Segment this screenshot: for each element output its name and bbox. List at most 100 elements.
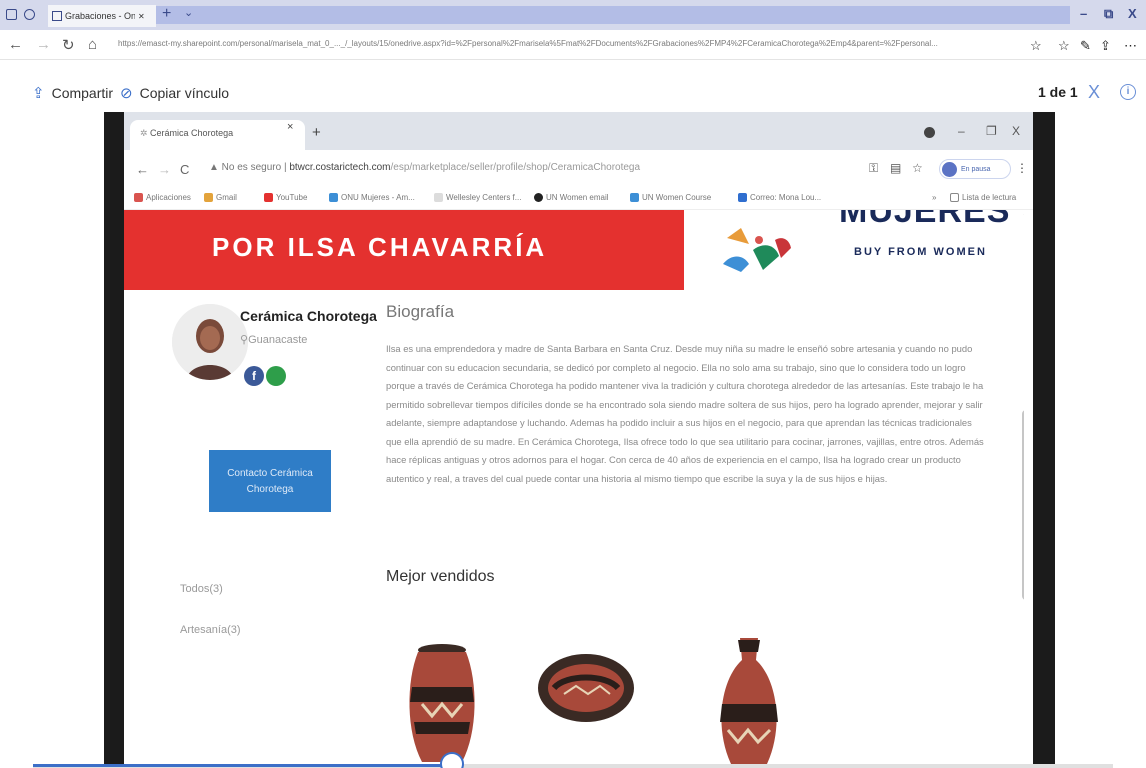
scroll-up-icon[interactable]: ▲ (1022, 210, 1024, 217)
profile-button[interactable]: En pausa (939, 159, 1011, 179)
product-vase-2[interactable] (714, 630, 784, 768)
video-progress-fill (33, 764, 454, 767)
onu-icon (329, 193, 338, 202)
bookmark-onu-mujeres[interactable]: ONU Mujeres - Am... (329, 193, 415, 202)
chrome-maximize-icon[interactable]: ❐ (986, 124, 997, 138)
whatsapp-icon[interactable] (266, 366, 286, 386)
biography-text: Ilsa es una emprendedora y madre de Sant… (386, 343, 984, 484)
bookmarks-bar: Aplicaciones Gmail YouTube ONU Mujeres -… (124, 188, 1033, 210)
edge-address-bar: ← → ↻ ⌂ https://emasct-my.sharepoint.com… (0, 30, 1146, 60)
close-window-icon[interactable]: X (1128, 6, 1137, 21)
bookmark-star-icon[interactable]: ☆ (912, 161, 923, 175)
header-banner: POR ILSA CHAVARRÍA (124, 210, 684, 290)
chrome-menu-icon[interactable]: ⋮ (1016, 161, 1028, 175)
link-icon: ⊘ (120, 85, 133, 102)
bookmark-label: UN Women email (546, 193, 609, 202)
new-tab-icon[interactable]: + (162, 5, 171, 23)
refresh-icon[interactable]: ↻ (62, 36, 75, 54)
bookmark-label: ONU Mujeres - Am... (341, 193, 415, 202)
page-icon (52, 11, 62, 21)
chrome-new-tab-icon[interactable]: + (312, 124, 321, 141)
bookmark-youtube[interactable]: YouTube (264, 193, 307, 202)
edge-tab-close-icon[interactable]: ✕ (138, 12, 145, 21)
copy-link-button[interactable]: ⊘ Copiar vínculo (120, 84, 229, 102)
bookmark-label: Wellesley Centers f... (446, 193, 522, 202)
info-icon[interactable]: i (1120, 84, 1136, 100)
reading-list[interactable]: Lista de lectura (950, 193, 1016, 202)
avatar (942, 161, 957, 177)
gmail-icon (204, 193, 213, 202)
product-bowl[interactable] (536, 650, 636, 730)
minimize-icon[interactable]: – (1080, 6, 1087, 21)
facebook-icon[interactable]: f (244, 366, 264, 386)
tab-actions-icon[interactable] (24, 9, 35, 20)
url-path: /esp/marketplace/seller/profile/shop/Cer… (390, 162, 641, 173)
chrome-close-icon[interactable]: X (1012, 124, 1020, 138)
chrome-tab-ceramica[interactable]: ✲ Cerámica Chorotega (130, 120, 305, 150)
product-vase-1[interactable] (402, 632, 482, 768)
bookmark-label: YouTube (276, 193, 308, 202)
screen: Grabaciones - OneDrive ✕ + ⌄ – ⧉ X ← → ↻… (0, 0, 1146, 768)
share-button[interactable]: ⇪ Compartir (32, 84, 113, 102)
category-all[interactable]: Todos(3) (180, 583, 223, 595)
chrome-back-icon[interactable]: ← (136, 162, 149, 177)
save-icon[interactable]: ▤ (890, 161, 901, 175)
edge-url-field[interactable]: https://emasct-my.sharepoint.com/persona… (118, 39, 1013, 51)
chrome-reload-icon[interactable]: C (180, 162, 189, 177)
page-icon (434, 193, 443, 202)
biography-heading: Biografía (386, 302, 455, 321)
logo-tagline: BUY FROM WOMEN (854, 246, 987, 258)
globe-icon (534, 193, 543, 202)
favorites-icon[interactable]: ☆ (1058, 38, 1070, 54)
best-sellers-heading: Mejor vendidos (386, 568, 495, 585)
close-viewer-icon[interactable]: X (1088, 82, 1100, 103)
reading-list-label: Lista de lectura (962, 193, 1017, 202)
tab-favicon-icon: ✲ (140, 128, 151, 138)
more-icon[interactable]: ⋯ (1124, 38, 1137, 54)
edge-tab-bar: Grabaciones - OneDrive ✕ + ⌄ – ⧉ X (0, 0, 1146, 30)
onedrive-command-bar: ⇪ Compartir ⊘ Copiar vínculo 1 de 1 X i (0, 60, 1146, 112)
edge-tab-onedrive[interactable]: Grabaciones - OneDrive ✕ (48, 5, 156, 27)
chevron-down-icon[interactable]: ⌄ (184, 6, 193, 19)
video-letterbox-left (104, 112, 124, 768)
bookmark-wellesley[interactable]: Wellesley Centers f... (434, 193, 521, 202)
forward-icon[interactable]: → (36, 36, 51, 53)
seller-location: ⚲Guanacaste (240, 333, 307, 346)
course-icon (630, 193, 639, 202)
bookmarks-more-icon[interactable]: » (932, 193, 936, 202)
workspaces-icon[interactable] (6, 9, 17, 20)
key-icon[interactable]: ⚿ (869, 161, 878, 176)
not-secure-label: ▲ No es seguro (209, 162, 282, 173)
pen-icon[interactable]: ✎ (1080, 38, 1091, 54)
bookmark-correo[interactable]: Correo: Mona Lou... (738, 193, 821, 202)
chrome-minimize-icon[interactable]: – (958, 124, 965, 138)
chrome-tab-title: Cerámica Chorotega (150, 128, 234, 138)
mail-icon (738, 193, 747, 202)
bookmark-un-women-email[interactable]: UN Women email (534, 193, 609, 202)
bookmark-label: Aplicaciones (146, 193, 191, 202)
bookmark-un-women-course[interactable]: UN Women Course (630, 193, 711, 202)
page-scrollbar[interactable] (1022, 410, 1024, 600)
banner-title: POR ILSA CHAVARRÍA (212, 232, 548, 262)
category-crafts[interactable]: Artesanía(3) (180, 624, 241, 636)
bookmark-apps[interactable]: Aplicaciones (134, 193, 191, 202)
back-icon[interactable]: ← (8, 36, 23, 53)
chrome-url-field[interactable]: ▲ No es seguro | btwcr.costarictech.com/… (209, 162, 640, 173)
record-icon[interactable] (924, 127, 935, 138)
logo-figures-icon (723, 228, 791, 272)
home-icon[interactable]: ⌂ (88, 36, 97, 53)
bookmark-gmail[interactable]: Gmail (204, 193, 237, 202)
contact-seller-button[interactable]: Contacto Cerámica Chorotega (209, 450, 331, 512)
favorite-star-icon[interactable]: ☆ (1030, 38, 1042, 54)
recorded-chrome-window: ✲ Cerámica Chorotega × + – ❐ X ← → C ▲ N… (124, 112, 1033, 768)
chrome-tab-close-icon[interactable]: × (287, 121, 293, 133)
page-counter: 1 de 1 (1038, 84, 1078, 100)
bookmark-label: UN Women Course (642, 193, 712, 202)
seller-avatar (172, 304, 248, 380)
portrait-image (172, 304, 248, 380)
share-icon[interactable]: ⇪ (1100, 38, 1111, 54)
seller-profile-page: POR ILSA CHAVARRÍA MUJERES BUY FROM WOME… (124, 210, 1024, 768)
bookmark-label: Correo: Mona Lou... (750, 193, 822, 202)
restore-icon[interactable]: ⧉ (1104, 6, 1113, 22)
chrome-forward-icon[interactable]: → (158, 162, 171, 177)
